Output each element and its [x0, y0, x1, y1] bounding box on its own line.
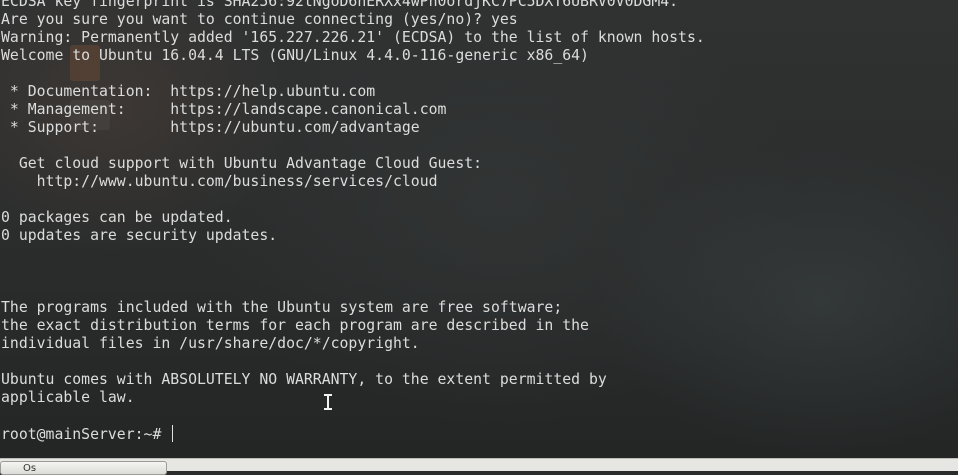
terminal-line: the exact distribution terms for each pr…: [1, 317, 589, 334]
text-cursor: [172, 425, 174, 442]
terminal-line: applicable law.: [1, 389, 135, 406]
terminal-line: Ubuntu comes with ABSOLUTELY NO WARRANTY…: [1, 371, 607, 388]
ibeam-cursor-icon: [323, 394, 333, 410]
command-prompt[interactable]: root@mainServer:~#: [1, 425, 705, 443]
terminal-line: Get cloud support with Ubuntu Advantage …: [1, 155, 483, 172]
terminal-line: Welcome to Ubuntu 16.04.4 LTS (GNU/Linux…: [1, 47, 589, 64]
terminal-line: individual files in /usr/share/doc/*/cop…: [1, 335, 420, 352]
terminal-line: Are you sure you want to continue connec…: [1, 11, 518, 28]
prompt-text: root@mainServer:~#: [1, 426, 171, 443]
taskbar: Os: [0, 458, 958, 475]
terminal-line: ECDSA key fingerprint is SHA256:92tNgoD6…: [1, 0, 679, 10]
taskbar-window-label: Os: [23, 463, 37, 474]
terminal-line: 0 packages can be updated.: [1, 209, 233, 226]
terminal-line: 0 updates are security updates.: [1, 227, 278, 244]
taskbar-window-button[interactable]: Os: [0, 461, 167, 475]
terminal-line: * Support: https://ubuntu.com/advantage: [1, 119, 420, 136]
terminal-line: Warning: Permanently added '165.227.226.…: [1, 29, 705, 46]
terminal-line: The programs included with the Ubuntu sy…: [1, 299, 563, 316]
terminal-output: ECDSA key fingerprint is SHA256:92tNgoD6…: [1, 0, 705, 443]
terminal-line: * Documentation: https://help.ubuntu.com: [1, 83, 376, 100]
terminal-line: http://www.ubuntu.com/business/services/…: [1, 173, 438, 190]
terminal-window[interactable]: ECDSA key fingerprint is SHA256:92tNgoD6…: [0, 0, 958, 458]
terminal-line: * Management: https://landscape.canonica…: [1, 101, 447, 118]
